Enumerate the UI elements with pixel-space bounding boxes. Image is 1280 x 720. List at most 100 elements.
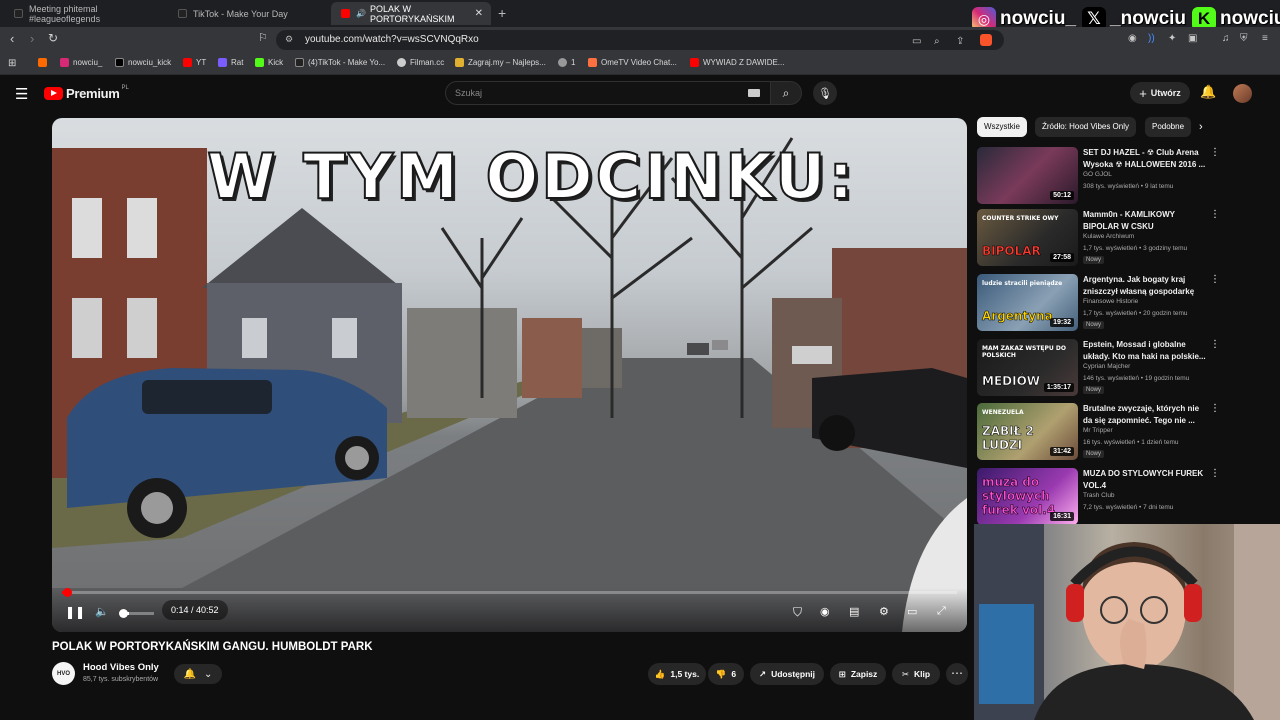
bookmark-item[interactable]: Zagraj.my – Najleps... <box>455 58 546 67</box>
recommendation-item[interactable]: 50:12 SET DJ HAZEL - ☢ Club Arena Wysoka … <box>977 147 1220 207</box>
browser-tab[interactable]: Meeting phitemal #leagueoflegends <box>4 2 164 25</box>
shield-icon[interactable]: ⛉ <box>793 605 802 620</box>
share-icon[interactable]: ⇪ <box>956 36 964 47</box>
video-thumbnail[interactable]: COUNTER STRIKE OWY BIPOLAR 27:58 <box>977 209 1078 266</box>
pause-icon[interactable]: ❚❚ <box>65 605 85 619</box>
chip-similar[interactable]: Podobne <box>1145 117 1192 137</box>
progress-bar[interactable] <box>62 588 957 597</box>
more-actions-button[interactable]: ⋯ <box>946 663 968 685</box>
bookmark-item[interactable]: Rat <box>218 58 243 67</box>
tiktok-icon <box>14 9 23 18</box>
reload-icon[interactable]: ↻ <box>48 31 58 45</box>
recommendation-channel: Finansowe Historie <box>1083 298 1139 305</box>
hamburger-menu-icon[interactable]: ☰ <box>15 85 28 103</box>
keyboard-icon[interactable] <box>748 89 760 97</box>
dislike-button[interactable]: 👎 6 <box>708 663 744 685</box>
like-button[interactable]: 👍 1,5 tys. <box>648 663 706 685</box>
share-button[interactable]: ↗ Udostępnij <box>750 663 824 685</box>
search-icon: ⌕ <box>782 85 790 100</box>
forward-icon[interactable]: › <box>30 31 34 46</box>
video-thumbnail[interactable]: MAM ZAKAZ WSTĘPU DO POLSKICH MEDIÓW 1:35:1… <box>977 339 1078 396</box>
bookmark-icon[interactable]: ⚐ <box>258 31 268 44</box>
tiktok-icon <box>178 9 187 18</box>
extensions-puzzle-icon[interactable]: ✦ <box>1168 33 1176 44</box>
chevron-right-icon[interactable]: › <box>1199 121 1203 133</box>
music-icon[interactable]: ♫ <box>1222 33 1230 44</box>
chip-all[interactable]: Wszystkie <box>977 117 1027 137</box>
cast-icon[interactable]: ▭ <box>912 36 921 47</box>
url-text: youtube.com/watch?v=wsSCVNQqRxo <box>305 34 479 45</box>
youtube-logo[interactable]: Premium PL <box>44 85 129 101</box>
browser-tab-active[interactable]: 🔊 POLAK W PORTORYKAŃSKIM ✕ <box>331 2 491 25</box>
more-options-icon[interactable]: ⋮ <box>1210 209 1220 220</box>
more-options-icon[interactable]: ⋮ <box>1210 403 1220 414</box>
video-thumbnail[interactable]: muza do stylowych furek vol.4 16:31 <box>977 468 1078 525</box>
microphone-icon: 🎙 <box>818 87 832 100</box>
video-duration: 1:35:17 <box>1043 383 1074 392</box>
browser-tab[interactable]: TikTok - Make Your Day <box>168 2 328 25</box>
voice-search-button[interactable]: 🎙 <box>813 81 837 105</box>
more-options-icon[interactable]: ⋮ <box>1210 468 1220 479</box>
settings-gear-icon[interactable]: ⚙ <box>879 605 889 618</box>
zoom-icon[interactable]: ⌕ <box>934 36 940 47</box>
autoplay-icon[interactable]: ◉ <box>820 605 830 618</box>
recommendation-title: Argentyna. Jak bogaty kraj zniszczył wła… <box>1083 275 1195 296</box>
more-options-icon[interactable]: ⋮ <box>1210 339 1220 350</box>
video-player[interactable]: W TYM ODCINKU: ❚❚ 🔈 0:14 / 40:52 ⛉ ◉ ▤ ⚙… <box>52 118 967 632</box>
bookmark-item[interactable]: 1 <box>558 58 575 67</box>
bookmark-label: OmeTV Video Chat... <box>601 58 677 67</box>
recommendation-item[interactable]: MAM ZAKAZ WSTĘPU DO POLSKICH MEDIÓW 1:35:1… <box>977 339 1220 399</box>
bookmark-item[interactable] <box>38 58 51 67</box>
channel-avatar[interactable]: HVO <box>52 662 75 685</box>
vpn-icon[interactable]: ⛨ <box>1240 33 1248 44</box>
clip-button[interactable]: ✂ Klip <box>892 663 940 685</box>
save-button[interactable]: ⊞ Zapisz <box>830 663 886 685</box>
bookmark-item[interactable]: nowciu_ <box>60 58 102 67</box>
theater-mode-icon[interactable]: ▭ <box>907 605 917 618</box>
extension-icon[interactable]: ◉ <box>1128 33 1137 44</box>
new-badge: Nowy <box>1083 321 1105 329</box>
site-info-icon[interactable]: ⚙ <box>285 34 293 45</box>
create-button[interactable]: + Utwórz <box>1130 82 1190 104</box>
bookmark-item[interactable]: nowciu_kick <box>115 58 171 67</box>
recommendation-item[interactable]: COUNTER STRIKE OWY BIPOLAR 27:58 Mamm0n - K… <box>977 209 1220 269</box>
subscription-notifications-button[interactable]: 🔔 ⌄ <box>174 664 222 684</box>
search-input[interactable]: Szukaj <box>445 81 771 105</box>
chip-source[interactable]: Źródło: Hood Vibes Only <box>1035 117 1137 137</box>
subtitles-icon[interactable]: ▤ <box>849 605 859 618</box>
bookmark-item[interactable]: Filman.cc <box>397 58 444 67</box>
bookmark-item[interactable]: YT <box>183 58 206 67</box>
video-thumbnail[interactable]: ludzie stracili pieniądze Argentyna 19:32 <box>977 274 1078 331</box>
volume-knob[interactable] <box>119 609 128 618</box>
video-thumbnail[interactable]: WENEZUELA ZABIŁ 2 LUDZI 31:42 <box>977 403 1078 460</box>
channel-name[interactable]: Hood Vibes Only <box>83 662 159 673</box>
back-icon[interactable]: ‹ <box>10 31 14 46</box>
bookmark-item[interactable]: WYWIAD Z DAWIDE... <box>690 58 784 67</box>
notifications-bell-icon[interactable]: 🔔 <box>1200 84 1216 100</box>
bookmark-item[interactable]: Kick <box>255 58 283 67</box>
progress-scrubber[interactable] <box>63 588 73 597</box>
save-icon: ⊞ <box>838 668 846 679</box>
search-button[interactable]: ⌕ <box>770 81 802 105</box>
brave-shield-icon[interactable] <box>980 34 992 46</box>
fullscreen-icon[interactable]: ⤢ <box>937 605 946 618</box>
video-thumbnail[interactable]: 50:12 <box>977 147 1078 204</box>
address-bar[interactable]: ⚙ youtube.com/watch?v=wsSCVNQqRxo ▭ ⌕ ⇪ <box>276 30 1004 50</box>
new-tab-button[interactable]: + <box>498 5 506 21</box>
bookmark-item[interactable]: (4)TikTok - Make Yo... <box>295 58 385 67</box>
more-options-icon[interactable]: ⋮ <box>1210 147 1220 158</box>
recommendation-item[interactable]: muza do stylowych furek vol.4 16:31 MUZA D… <box>977 468 1220 528</box>
search-placeholder: Szukaj <box>455 88 483 98</box>
browser-menu-icon[interactable]: ≡ <box>1262 33 1268 44</box>
recommendation-item[interactable]: WENEZUELA ZABIŁ 2 LUDZI 31:42 Brutalne zwyc… <box>977 403 1220 463</box>
recommendation-item[interactable]: ludzie stracili pieniądze Argentyna 19:32 A… <box>977 274 1220 334</box>
close-tab-icon[interactable]: ✕ <box>475 8 483 19</box>
more-options-icon[interactable]: ⋮ <box>1210 274 1220 285</box>
youtube-masthead: ☰ Premium PL Szukaj ⌕ 🎙 + Utwórz 🔔 <box>0 76 1280 112</box>
apps-grid-icon[interactable]: ⊞ <box>8 58 16 69</box>
extension-icon[interactable]: )) <box>1148 33 1155 44</box>
avatar[interactable] <box>1233 84 1252 103</box>
volume-icon[interactable]: 🔈 <box>95 605 109 618</box>
bookmark-item[interactable]: OmeTV Video Chat... <box>588 58 677 67</box>
sidebar-icon[interactable]: ▣ <box>1188 33 1197 44</box>
